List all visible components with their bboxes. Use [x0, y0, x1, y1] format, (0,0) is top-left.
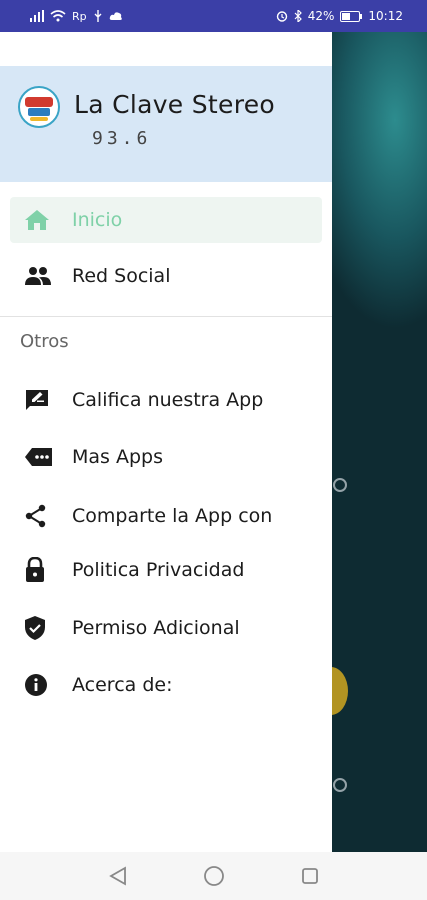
alarm-icon — [276, 11, 287, 22]
share-icon — [24, 504, 54, 528]
menu-item-acerca[interactable]: Acerca de: — [10, 662, 322, 708]
battery-icon — [340, 10, 363, 22]
home-icon — [24, 208, 54, 232]
menu-item-label: Inicio — [72, 209, 123, 231]
more-apps-icon — [24, 445, 54, 469]
system-nav-bar — [0, 852, 427, 900]
background-ring-icon — [333, 478, 347, 492]
menu-item-label: Califica nuestra App — [72, 389, 264, 411]
menu-item-label: Permiso Adicional — [72, 617, 240, 639]
cloud-icon — [109, 12, 122, 20]
status-bar: Rp 42% 10:12 — [0, 0, 427, 32]
menu-item-comparte[interactable]: Comparte la App con — [10, 493, 322, 539]
navigation-drawer: La Clave Stereo 93.6 Inicio Red Social O… — [0, 32, 332, 852]
divider — [0, 316, 332, 317]
menu-item-politica[interactable]: Politica Privacidad — [10, 547, 322, 593]
menu-item-label: Comparte la App con — [72, 505, 273, 527]
bluetooth-icon — [294, 10, 302, 22]
lock-icon — [24, 557, 54, 582]
data-indicator: Rp — [72, 9, 87, 23]
menu-item-label: Red Social — [72, 265, 171, 287]
menu-item-permiso[interactable]: Permiso Adicional — [10, 605, 322, 651]
home-circle-icon[interactable] — [202, 864, 226, 888]
status-left-icons: Rp — [30, 10, 123, 23]
usb-icon — [94, 10, 102, 22]
back-icon[interactable] — [106, 864, 130, 888]
menu-item-label: Politica Privacidad — [72, 559, 245, 581]
clock: 10:12 — [368, 9, 403, 23]
info-icon — [24, 673, 54, 697]
menu-item-label: Acerca de: — [72, 674, 173, 696]
battery-percent: 42% — [307, 9, 335, 23]
people-icon — [24, 264, 54, 288]
drawer-header: La Clave Stereo 93.6 — [0, 66, 332, 182]
recents-icon[interactable] — [298, 864, 322, 888]
signal-icon — [30, 10, 44, 22]
menu-item-mas-apps[interactable]: Mas Apps — [10, 434, 322, 480]
section-title-otros: Otros — [20, 331, 69, 352]
rate-review-icon — [24, 388, 54, 412]
station-logo — [18, 86, 60, 128]
background-ring-icon — [333, 778, 347, 792]
menu-item-inicio[interactable]: Inicio — [10, 197, 322, 243]
menu-item-red-social[interactable]: Red Social — [10, 253, 322, 299]
menu-item-label: Mas Apps — [72, 446, 163, 468]
menu-item-califica[interactable]: Califica nuestra App — [10, 377, 322, 423]
status-right-icons: 42% 10:12 — [276, 9, 403, 23]
station-title: La Clave Stereo — [74, 90, 275, 119]
wifi-icon — [50, 10, 66, 22]
station-frequency: 93.6 — [92, 128, 152, 149]
verified-shield-icon — [24, 616, 54, 640]
